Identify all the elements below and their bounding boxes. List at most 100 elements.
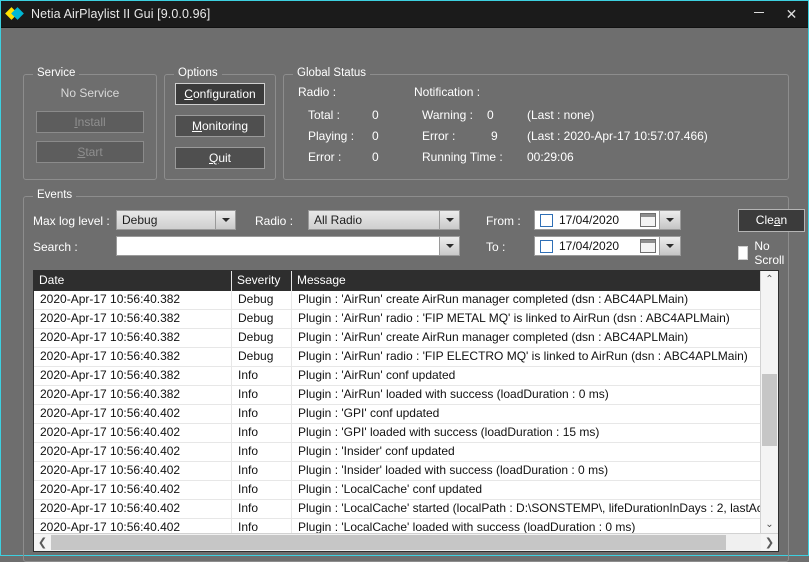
title-bar: Netia AirPlaylist II Gui [9.0.0.96] ✕ bbox=[1, 1, 808, 28]
events-table-columns: Date Severity Message 2020-Apr-17 10:56:… bbox=[34, 271, 760, 533]
cell-sev: Debug bbox=[232, 291, 292, 309]
table-row[interactable]: 2020-Apr-17 10:56:40.402 Info Plugin : 'In… bbox=[34, 462, 760, 481]
clean-button-label: Clean bbox=[755, 213, 788, 227]
search-input[interactable] bbox=[116, 236, 460, 256]
cell-date: 2020-Apr-17 10:56:40.402 bbox=[34, 424, 232, 442]
window-title: Netia AirPlaylist II Gui [9.0.0.96] bbox=[31, 7, 211, 21]
table-row[interactable]: 2020-Apr-17 10:56:40.382 Debug Plugin : 'A… bbox=[34, 291, 760, 310]
cell-date: 2020-Apr-17 10:56:40.402 bbox=[34, 405, 232, 423]
radio-playing-value: 0 bbox=[372, 129, 379, 143]
to-date-picker[interactable]: 17/04/2020 bbox=[534, 236, 681, 256]
minimize-button[interactable] bbox=[742, 1, 775, 27]
quit-button-label: Quit bbox=[208, 151, 232, 165]
cell-sev: Info bbox=[232, 386, 292, 404]
vertical-scrollbar[interactable]: ⌃ ⌄ bbox=[760, 271, 778, 533]
cell-sev: Info bbox=[232, 443, 292, 461]
global-status-group-title: Global Status bbox=[293, 67, 371, 79]
cell-msg: Plugin : 'AirRun' conf updated bbox=[298, 368, 456, 382]
configuration-button[interactable]: Configuration bbox=[175, 83, 265, 105]
table-row[interactable]: 2020-Apr-17 10:56:40.402 Info Plugin : 'Lo… bbox=[34, 481, 760, 500]
table-row[interactable]: 2020-Apr-17 10:56:40.402 Info Plugin : 'GP… bbox=[34, 424, 760, 443]
events-group: Events Max log level : Debug Radio : All… bbox=[23, 189, 805, 562]
table-row[interactable]: 2020-Apr-17 10:56:40.402 Info Plugin : 'In… bbox=[34, 443, 760, 462]
chevron-down-icon[interactable] bbox=[659, 211, 680, 229]
cell-date: 2020-Apr-17 10:56:40.382 bbox=[34, 386, 232, 404]
max-log-level-select[interactable]: Debug bbox=[116, 210, 236, 230]
cell-msg: Plugin : 'LocalCache' conf updated bbox=[298, 482, 483, 496]
cell-date: 2020-Apr-17 10:56:40.382 bbox=[34, 329, 232, 347]
vertical-scrollbar-track[interactable] bbox=[761, 288, 778, 516]
scroll-down-button[interactable]: ⌄ bbox=[761, 516, 778, 533]
cell-msg: Plugin : 'GPI' loaded with success (load… bbox=[298, 425, 600, 439]
events-table-header: Date Severity Message bbox=[34, 271, 760, 291]
cell-sev: Info bbox=[232, 462, 292, 480]
to-date-checkbox[interactable] bbox=[540, 239, 553, 253]
horizontal-scrollbar-track[interactable] bbox=[51, 534, 761, 551]
cell-msg: Plugin : 'AirRun' radio : 'FIP ELECTRO M… bbox=[298, 349, 748, 363]
cell-sev: Debug bbox=[232, 348, 292, 366]
cell-msg: Plugin : 'AirRun' create AirRun manager … bbox=[298, 330, 689, 344]
from-date-checkbox[interactable] bbox=[540, 213, 553, 227]
no-scroll-checkbox[interactable]: No Scroll bbox=[738, 239, 788, 267]
no-scroll-checkbox-box[interactable] bbox=[738, 246, 749, 260]
events-table: Date Severity Message 2020-Apr-17 10:56:… bbox=[33, 270, 779, 552]
table-row[interactable]: 2020-Apr-17 10:56:40.382 Debug Plugin : 'A… bbox=[34, 329, 760, 348]
app-window: Netia AirPlaylist II Gui [9.0.0.96] ✕ Se… bbox=[0, 0, 809, 562]
cell-sev: Info bbox=[232, 424, 292, 442]
global-status-group: Global Status Radio : Notification : Tot… bbox=[283, 67, 789, 180]
scroll-left-button[interactable]: ❮ bbox=[34, 534, 51, 551]
scroll-up-button[interactable]: ⌃ bbox=[761, 271, 778, 288]
chevron-down-icon[interactable] bbox=[439, 211, 459, 229]
quit-button[interactable]: Quit bbox=[175, 147, 265, 169]
clean-button[interactable]: Clean bbox=[738, 209, 805, 232]
radio-playing-label: Playing : bbox=[308, 129, 355, 143]
close-icon[interactable]: ✕ bbox=[775, 1, 808, 27]
table-row[interactable]: 2020-Apr-17 10:56:40.382 Info Plugin : 'Ai… bbox=[34, 367, 760, 386]
radio-filter-label: Radio : bbox=[255, 214, 294, 228]
chevron-down-icon[interactable] bbox=[659, 237, 680, 255]
table-row[interactable]: 2020-Apr-17 10:56:40.402 Info Plugin : 'Lo… bbox=[34, 519, 760, 533]
chevron-down-icon[interactable] bbox=[215, 211, 235, 229]
cell-date: 2020-Apr-17 10:56:40.402 bbox=[34, 443, 232, 461]
table-row[interactable]: 2020-Apr-17 10:56:40.402 Info Plugin : 'Lo… bbox=[34, 500, 760, 519]
options-group: Options Configuration Monitoring Quit bbox=[164, 67, 276, 180]
radio-filter-select[interactable]: All Radio bbox=[308, 210, 460, 230]
column-header-message[interactable]: Message bbox=[292, 271, 760, 291]
start-button-label: Start bbox=[77, 145, 103, 159]
search-value[interactable] bbox=[117, 237, 439, 255]
cell-date: 2020-Apr-17 10:56:40.382 bbox=[34, 348, 232, 366]
chevron-down-icon[interactable] bbox=[439, 237, 459, 255]
install-button[interactable]: Install bbox=[36, 111, 144, 133]
cell-msg: Plugin : 'LocalCache' loaded with succes… bbox=[298, 520, 636, 533]
search-label: Search : bbox=[33, 240, 78, 254]
cell-date: 2020-Apr-17 10:56:40.382 bbox=[34, 367, 232, 385]
cell-sev: Info bbox=[232, 405, 292, 423]
table-row[interactable]: 2020-Apr-17 10:56:40.402 Info Plugin : 'GP… bbox=[34, 405, 760, 424]
vertical-scrollbar-thumb[interactable] bbox=[762, 374, 777, 446]
service-group: Service No Service Install Start bbox=[23, 67, 157, 180]
from-date-picker[interactable]: 17/04/2020 bbox=[534, 210, 681, 230]
column-header-date[interactable]: Date bbox=[34, 271, 232, 291]
cell-msg: Plugin : 'AirRun' radio : 'FIP METAL MQ'… bbox=[298, 311, 730, 325]
calendar-icon bbox=[640, 213, 656, 227]
no-scroll-label: No Scroll bbox=[754, 239, 785, 267]
install-button-label: Install bbox=[74, 115, 106, 129]
table-row[interactable]: 2020-Apr-17 10:56:40.382 Info Plugin : 'Ai… bbox=[34, 386, 760, 405]
client-area: Service No Service Install Start Options… bbox=[1, 28, 808, 562]
from-label: From : bbox=[486, 214, 521, 228]
table-row[interactable]: 2020-Apr-17 10:56:40.382 Debug Plugin : 'A… bbox=[34, 310, 760, 329]
to-label: To : bbox=[486, 240, 506, 254]
horizontal-scrollbar-thumb[interactable] bbox=[51, 535, 726, 550]
column-header-severity[interactable]: Severity bbox=[232, 271, 292, 291]
cell-sev: Debug bbox=[232, 310, 292, 328]
monitoring-button[interactable]: Monitoring bbox=[175, 115, 265, 137]
horizontal-scrollbar[interactable]: ❮ ❯ bbox=[34, 533, 778, 551]
radio-total-value: 0 bbox=[372, 108, 379, 122]
table-row[interactable]: 2020-Apr-17 10:56:40.382 Debug Plugin : 'A… bbox=[34, 348, 760, 367]
start-button[interactable]: Start bbox=[36, 141, 144, 163]
events-table-body: 2020-Apr-17 10:56:40.382 Debug Plugin : 'A… bbox=[34, 291, 760, 533]
radio-error-label: Error : bbox=[308, 150, 342, 164]
scroll-right-button[interactable]: ❯ bbox=[761, 534, 778, 551]
cell-date: 2020-Apr-17 10:56:40.382 bbox=[34, 291, 232, 309]
calendar-icon bbox=[640, 239, 656, 253]
